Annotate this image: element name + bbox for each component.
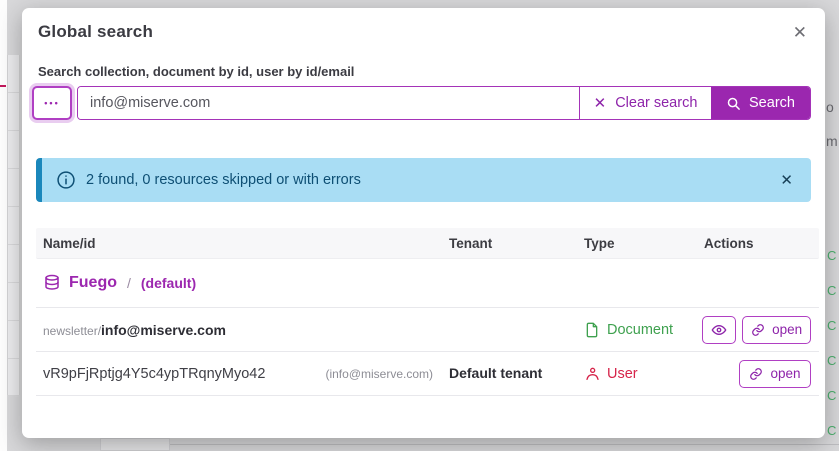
collection-group-row[interactable]: Fuego / (default)	[36, 259, 819, 308]
background-page	[0, 0, 7, 451]
eye-icon	[711, 322, 727, 338]
clear-search-label: Clear search	[615, 95, 697, 111]
ellipsis-icon: •••	[44, 98, 59, 108]
search-input[interactable]	[78, 87, 579, 119]
search-field-label: Search collection, document by id, user …	[38, 64, 811, 79]
user-icon	[584, 366, 600, 382]
global-search-modal: Global search ✕ Search collection, docum…	[22, 8, 825, 438]
result-row-document: newsletter/info@miserve.com Document	[36, 308, 819, 352]
document-path-prefix: newsletter/	[43, 324, 101, 338]
database-icon	[43, 274, 61, 292]
open-button-label: open	[772, 322, 802, 337]
open-user-button[interactable]: open	[739, 360, 811, 388]
header-name-id: Name/id	[36, 236, 449, 251]
collection-default-label[interactable]: (default)	[141, 275, 196, 291]
link-icon	[749, 367, 763, 381]
results-info-banner: 2 found, 0 resources skipped or with err…	[36, 158, 811, 202]
table-header-row: Name/id Tenant Type Actions	[36, 228, 819, 259]
modal-header: Global search ✕	[30, 22, 811, 43]
open-document-button[interactable]: open	[742, 316, 811, 344]
background-text-fragments: om	[826, 100, 839, 168]
background-table-column	[7, 55, 20, 395]
background-accent-dash	[0, 85, 6, 87]
banner-close-icon[interactable]: ✕	[778, 169, 795, 191]
link-icon	[751, 323, 765, 337]
type-label-document: Document	[607, 322, 673, 338]
magnifier-icon	[726, 96, 741, 111]
header-type: Type	[584, 236, 702, 251]
user-id: vR9pFjRptjg4Y5c4ypTRqnyMyo42	[43, 366, 265, 382]
clear-search-button[interactable]: ✕ Clear search	[579, 87, 711, 119]
background-divider	[170, 444, 839, 445]
document-id: info@miserve.com	[101, 322, 226, 338]
search-button-label: Search	[749, 95, 795, 111]
open-button-label: open	[770, 366, 800, 381]
background-green-text-fragments: CCCCCC	[827, 248, 839, 451]
header-tenant: Tenant	[449, 236, 584, 251]
clear-icon: ✕	[594, 94, 607, 112]
background-cell	[100, 438, 170, 451]
tenant-name: Default tenant	[449, 365, 542, 381]
collection-name[interactable]: Fuego	[69, 274, 117, 292]
preview-button[interactable]	[702, 316, 736, 344]
search-bar: ••• ✕ Clear search Search	[32, 86, 811, 120]
search-options-button[interactable]: •••	[32, 86, 72, 120]
header-actions: Actions	[702, 236, 819, 251]
type-label-user: User	[607, 366, 638, 382]
result-row-user: vR9pFjRptjg4Y5c4ypTRqnyMyo42 (info@miser…	[36, 352, 819, 396]
user-email-note: (info@miserve.com)	[325, 367, 433, 381]
results-table: Name/id Tenant Type Actions Fuego / (def…	[36, 228, 819, 396]
search-button[interactable]: Search	[711, 87, 810, 119]
results-summary: 2 found, 0 resources skipped or with err…	[86, 172, 778, 188]
search-input-group: ✕ Clear search Search	[77, 86, 811, 120]
modal-title: Global search	[38, 22, 153, 42]
document-icon	[584, 322, 600, 338]
close-icon[interactable]: ✕	[789, 22, 811, 43]
info-icon	[56, 170, 76, 190]
path-separator: /	[127, 275, 131, 291]
